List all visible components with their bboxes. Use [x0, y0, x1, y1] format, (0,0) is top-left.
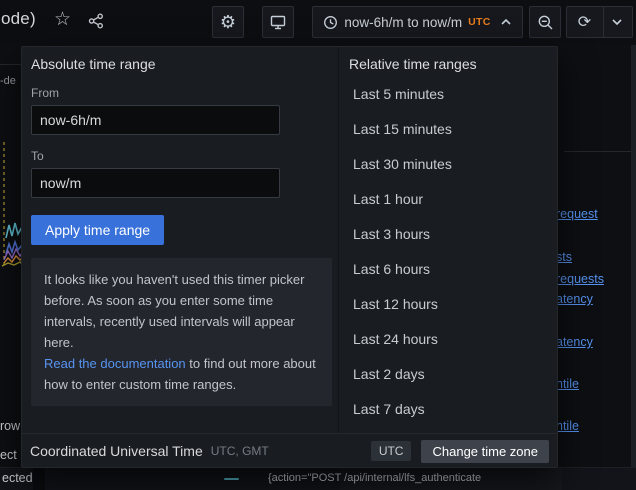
series-legend-label[interactable]: {action="POST /api/internal/lfs_authenti… [268, 472, 528, 484]
screen: -de row ect request sts requests atency … [0, 0, 636, 490]
chevron-down-icon [611, 18, 623, 26]
relative-time-ranges-section: Relative time ranges Last 5 minutes Last… [338, 47, 558, 433]
absolute-time-range-section: Absolute time range From To Apply time r… [22, 47, 338, 433]
read-documentation-link[interactable]: Read the documentation [44, 356, 186, 371]
cycle-view-mode-button[interactable] [262, 6, 294, 38]
time-range-picker-overlay: Absolute time range From To Apply time r… [21, 46, 558, 468]
to-label: To [31, 149, 329, 163]
background-panel-edge [564, 151, 631, 152]
relative-range-option-1h[interactable]: Last 1 hour [339, 181, 558, 216]
timezone-detail: UTC, GMT [211, 444, 269, 458]
relative-range-list: Last 5 minutes Last 15 minutes Last 30 m… [339, 76, 558, 426]
relative-range-option-15m[interactable]: Last 15 minutes [339, 111, 558, 146]
background-fragment-row: row [0, 419, 20, 433]
share-icon[interactable] [87, 12, 105, 30]
legend-link-sts[interactable]: sts [556, 250, 572, 264]
scrollbar[interactable] [631, 45, 636, 490]
background-divider [0, 64, 21, 65]
relative-range-option-6h[interactable]: Last 6 hours [339, 251, 558, 286]
refresh-button-group: ⟳ [566, 6, 633, 38]
column-divider [33, 468, 45, 490]
time-range-label: now-6h/m to now/m [344, 15, 462, 30]
monitor-icon [269, 13, 287, 31]
background-timeseries-chart [0, 138, 22, 268]
from-input[interactable] [31, 105, 280, 135]
refresh-interval-dropdown[interactable] [602, 7, 632, 37]
clock-icon [323, 15, 338, 30]
to-input[interactable] [31, 168, 280, 198]
timezone-footer: Coordinated Universal Time UTC, GMT UTC … [22, 433, 557, 468]
dashboard-settings-button[interactable]: ⚙ [212, 6, 244, 38]
relative-range-option-2d[interactable]: Last 2 days [339, 356, 558, 391]
recent-ranges-info-box: It looks like you haven't used this time… [31, 258, 332, 406]
relative-range-option-7d[interactable]: Last 7 days [339, 391, 558, 426]
time-range-timezone: UTC [468, 16, 490, 28]
refresh-button[interactable]: ⟳ [567, 7, 602, 37]
zoom-out-icon [537, 14, 554, 31]
relative-range-option-12h[interactable]: Last 12 hours [339, 286, 558, 321]
relative-range-option-3h[interactable]: Last 3 hours [339, 216, 558, 251]
zoom-out-button[interactable] [529, 6, 561, 38]
absolute-section-heading: Absolute time range [31, 56, 329, 72]
time-range-picker-button[interactable]: now-6h/m to now/m UTC [312, 6, 523, 38]
timezone-name: Coordinated Universal Time [30, 443, 203, 459]
legend-link-percentile-1[interactable]: ntile [556, 377, 579, 391]
button-divider [603, 7, 604, 37]
relative-range-option-24h[interactable]: Last 24 hours [339, 321, 558, 356]
background-fragment-variable: -de [0, 75, 16, 87]
background-legend-row: ected {action="POST /api/internal/lfs_au… [0, 467, 636, 490]
info-text: It looks like you haven't used this time… [44, 269, 319, 353]
series-color-marker [224, 478, 239, 480]
refresh-icon: ⟳ [578, 12, 591, 32]
change-time-zone-button[interactable]: Change time zone [421, 440, 549, 463]
timezone-badge: UTC [371, 441, 412, 461]
gear-icon: ⚙ [220, 12, 236, 33]
legend-link-latency-2[interactable]: atency [556, 335, 593, 349]
legend-link-percentile-2[interactable]: ntile [556, 419, 579, 433]
relative-section-heading: Relative time ranges [339, 47, 558, 71]
relative-range-option-30m[interactable]: Last 30 minutes [339, 146, 558, 181]
apply-time-range-button[interactable]: Apply time range [31, 215, 164, 245]
background-fragment-ect: ect [0, 448, 17, 462]
background-fragment-ected: ected [2, 471, 33, 485]
relative-range-option-5m[interactable]: Last 5 minutes [339, 76, 558, 111]
star-icon[interactable]: ☆ [54, 10, 71, 30]
chevron-up-icon [500, 18, 512, 26]
legend-link-latency-1[interactable]: atency [556, 292, 593, 306]
from-label: From [31, 86, 329, 100]
legend-link-requests[interactable]: requests [556, 272, 604, 286]
dashboard-topbar: ode) ☆ ⚙ now-6h/m to now/m UTC [0, 0, 636, 44]
legend-link-request[interactable]: request [556, 207, 598, 221]
dashboard-title-fragment: ode) [1, 9, 36, 29]
